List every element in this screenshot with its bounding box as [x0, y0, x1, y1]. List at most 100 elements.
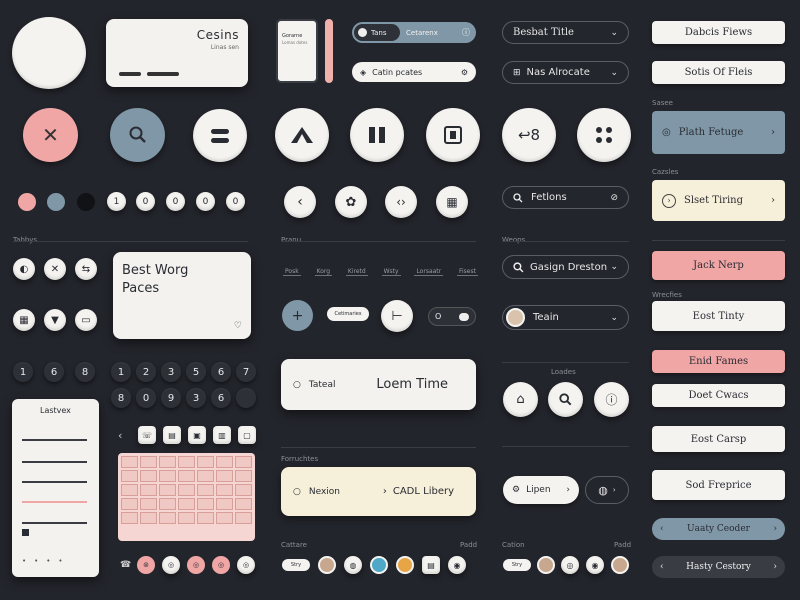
chevron-left-button[interactable]: ‹ [284, 186, 316, 218]
circle-button[interactable]: ◉ [586, 556, 604, 574]
tab[interactable]: Wsty [381, 268, 401, 276]
filter-pill[interactable]: ◈ Catin pcates ⚙ [352, 62, 476, 82]
record-button[interactable]: ◎ [212, 556, 230, 574]
tab[interactable]: Kiretd [345, 268, 368, 276]
info-button[interactable]: ⓘ [594, 382, 629, 417]
calendar-cell[interactable] [159, 470, 176, 482]
color-swatch[interactable] [396, 556, 414, 574]
tab[interactable]: Korg [314, 268, 333, 276]
keypad-key[interactable]: 6 [211, 362, 231, 382]
chip-small[interactable]: Cetimaries [327, 307, 369, 321]
slider[interactable] [22, 439, 87, 441]
bottom-pill[interactable]: Stry [503, 559, 531, 571]
mini-toggle[interactable]: ◍ › [585, 476, 629, 504]
avatar-select[interactable]: Teain ⌄ [502, 305, 629, 330]
mountain-button[interactable] [275, 108, 329, 162]
swap-button[interactable]: ↩8 [502, 108, 556, 162]
calendar-cell[interactable] [140, 512, 157, 524]
shuffle-button[interactable]: ✕ [44, 258, 66, 280]
chevron-left-icon[interactable]: ‹ [118, 429, 122, 442]
calendar-cell[interactable] [216, 470, 233, 482]
calendar-grid[interactable] [118, 453, 255, 541]
mini-key[interactable]: 0 [196, 192, 215, 211]
tab[interactable]: Fisest [457, 268, 478, 276]
keypad-key[interactable]: 5 [186, 362, 206, 382]
record-button[interactable]: ⊚ [137, 556, 155, 574]
calendar-cell[interactable] [159, 484, 176, 496]
calendar-cell[interactable] [235, 470, 252, 482]
tab[interactable]: Posk [283, 268, 301, 276]
calendar-cell[interactable] [197, 512, 214, 524]
calendar-cell[interactable] [178, 484, 195, 496]
calendar-cell[interactable] [121, 470, 138, 482]
calendar-cell[interactable] [197, 498, 214, 510]
menu-button[interactable] [193, 109, 247, 162]
keypad-key[interactable] [236, 388, 256, 408]
search-button-small[interactable] [548, 382, 583, 417]
side-button[interactable]: Dabcis Fiews [652, 21, 785, 44]
side-button-cream[interactable]: › Slset Tiring › [652, 180, 785, 221]
pink-dot[interactable] [18, 193, 36, 211]
toggle-right-label[interactable]: Cetarenx [406, 29, 438, 37]
side-button[interactable]: Sod Freprice [652, 470, 785, 500]
calendar-cell[interactable] [121, 512, 138, 524]
calendar-cell[interactable] [140, 456, 157, 468]
settings-button[interactable]: ✿ [335, 186, 367, 218]
keypad-key[interactable]: 6 [211, 388, 231, 408]
toggle-switch[interactable]: O [428, 307, 476, 326]
mini-round-button[interactable]: ◎ [162, 556, 180, 574]
select-title[interactable]: Besbat Title ⌄ [502, 21, 629, 44]
slider-accent[interactable] [22, 501, 87, 503]
calendar-cell[interactable] [140, 498, 157, 510]
keypad-key[interactable]: 3 [186, 388, 206, 408]
keypad-key[interactable]: 8 [111, 388, 131, 408]
calendar-cell[interactable] [216, 484, 233, 496]
avatar[interactable] [318, 556, 336, 574]
calendar-cell[interactable] [197, 484, 214, 496]
keypad-key[interactable]: 6 [44, 362, 64, 382]
mini-key[interactable]: 0 [226, 192, 245, 211]
color-swatch[interactable] [370, 556, 388, 574]
calendar-cell[interactable] [121, 484, 138, 496]
circle-button[interactable]: ◍ [344, 556, 362, 574]
calendar-cell[interactable] [235, 498, 252, 510]
search-input[interactable]: Fetlons ⊘ [502, 186, 629, 209]
apps-button[interactable] [577, 108, 631, 162]
side-button-accent[interactable]: ◎ Plath Fetuge › [652, 111, 785, 154]
blue-dot[interactable] [47, 193, 65, 211]
phone-scrollbar[interactable] [325, 19, 333, 83]
image-button[interactable]: ▣ [188, 426, 206, 444]
pause-button[interactable] [350, 108, 404, 162]
slider[interactable] [22, 522, 87, 524]
calendar-cell[interactable] [235, 512, 252, 524]
grid-button[interactable]: ▦ [13, 309, 35, 331]
avatar[interactable] [537, 556, 555, 574]
repeat-button[interactable]: ⇆ [75, 258, 97, 280]
keypad-key[interactable]: 9 [161, 388, 181, 408]
calendar-cell[interactable] [178, 470, 195, 482]
dark-dot[interactable] [77, 193, 95, 211]
calendar-cell[interactable] [140, 484, 157, 496]
keypad-key[interactable]: 3 [161, 362, 181, 382]
mini-key[interactable]: 0 [136, 192, 155, 211]
close-button[interactable]: ✕ [23, 108, 78, 162]
chat-button[interactable]: ▭ [75, 309, 97, 331]
forward-button[interactable]: ‹› [385, 186, 417, 218]
keypad-key[interactable]: 0 [136, 388, 156, 408]
tab[interactable]: Lorsaatr [414, 268, 444, 276]
home-button[interactable]: ⌂ [503, 382, 538, 417]
calendar-cell[interactable] [159, 498, 176, 510]
calendar-cell[interactable] [216, 512, 233, 524]
shirt-button[interactable]: ▼ [44, 309, 66, 331]
calendar-cell[interactable] [197, 456, 214, 468]
add-button[interactable]: + [282, 300, 313, 331]
gallery-button[interactable]: ▥ [213, 426, 231, 444]
mini-key[interactable]: 1 [107, 192, 126, 211]
segmented-toggle[interactable]: Tans Cetarenx ⓘ [352, 22, 476, 43]
side-button-pink[interactable]: Jack Nerp [652, 251, 785, 280]
side-button-pink[interactable]: Enid Fames [652, 350, 785, 373]
pill-updown[interactable]: ⚙ Lipen › [503, 476, 579, 504]
side-button[interactable]: Eost Tinty [652, 301, 785, 331]
slider[interactable] [22, 461, 87, 463]
side-button[interactable]: Sotis Of Fleis [652, 61, 785, 84]
